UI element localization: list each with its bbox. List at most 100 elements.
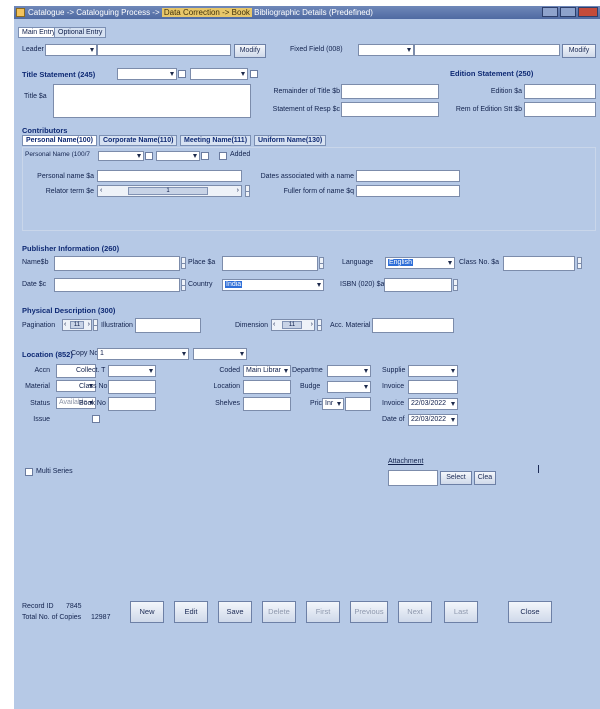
price-currency-select[interactable]: Inr: [322, 398, 344, 410]
title-a-input[interactable]: [53, 84, 251, 118]
added-checkbox[interactable]: [219, 152, 227, 160]
attachment-clear-button[interactable]: Clea: [474, 471, 496, 485]
country-label: Country: [188, 281, 213, 288]
close-button[interactable]: Close: [508, 601, 552, 623]
class-no-input[interactable]: [108, 380, 156, 394]
copy-extra-select[interactable]: [193, 348, 247, 360]
dimension-right-icon[interactable]: ›: [311, 320, 313, 330]
acc-material-input[interactable]: [372, 318, 454, 333]
tab-optional-entry[interactable]: Optional Entry: [54, 27, 107, 38]
pn-ind1-select[interactable]: [98, 151, 144, 161]
invoice-date-picker[interactable]: 22/03/2022: [408, 398, 458, 410]
close-window-button[interactable]: [578, 7, 598, 17]
isbn-spinner[interactable]: [453, 279, 458, 291]
added-label: Added: [230, 151, 251, 158]
previous-button[interactable]: Previous: [350, 601, 388, 623]
class-no-spinner[interactable]: [577, 257, 582, 269]
language-label: Language: [342, 259, 374, 266]
rem-edition-input[interactable]: [524, 102, 596, 117]
pagination-scrollbar[interactable]: ‹ 11 ›: [62, 319, 92, 331]
place-spinner[interactable]: [319, 257, 324, 269]
fuller-form-input[interactable]: [356, 185, 460, 197]
attachment-input[interactable]: [388, 470, 438, 486]
issue-checkbox[interactable]: [92, 415, 100, 423]
coded-select[interactable]: Main Librar: [243, 365, 291, 377]
copy-no-select[interactable]: 1: [97, 348, 189, 360]
delete-button[interactable]: Delete: [262, 601, 296, 623]
location-input[interactable]: [243, 380, 291, 394]
collect-select[interactable]: [108, 365, 156, 377]
place-input[interactable]: [222, 256, 318, 271]
dimension-scrollbar[interactable]: ‹ 11 ›: [271, 319, 315, 331]
relator-thumb[interactable]: 1: [128, 187, 208, 195]
attachment-select-button[interactable]: Select: [440, 471, 472, 485]
fixed-field-input[interactable]: [414, 44, 560, 56]
dimension-left-icon[interactable]: ‹: [273, 320, 275, 330]
pn-ind1-check[interactable]: [145, 152, 153, 160]
pagination-label: Pagination: [22, 322, 56, 329]
maximize-button[interactable]: [560, 7, 576, 17]
illustration-input[interactable]: [135, 318, 201, 333]
invoice-label: Invoice: [382, 383, 405, 390]
title-ind1-check[interactable]: [178, 70, 186, 78]
department-select[interactable]: [327, 365, 371, 377]
publisher-name-spinner[interactable]: [181, 257, 186, 269]
fixed-field-modify-button[interactable]: Modify: [562, 44, 596, 58]
title-ind1-select[interactable]: [117, 68, 177, 80]
multi-series-checkbox[interactable]: [25, 468, 33, 476]
invoice-date-label: Invoice: [382, 400, 405, 407]
leader-modify-button[interactable]: Modify: [234, 44, 266, 58]
next-button[interactable]: Next: [398, 601, 432, 623]
pagination-right-icon[interactable]: ›: [88, 320, 90, 330]
supplier-select[interactable]: [408, 365, 458, 377]
invoice-input[interactable]: [408, 380, 458, 394]
dimension-thumb[interactable]: 11: [282, 321, 302, 329]
budget-select[interactable]: [327, 381, 371, 393]
leader-input[interactable]: [97, 44, 231, 56]
total-copies-value: 12987: [91, 614, 111, 621]
leader-select[interactable]: [45, 44, 97, 56]
price-input[interactable]: [345, 397, 371, 411]
first-button[interactable]: First: [306, 601, 340, 623]
date-of-picker[interactable]: 22/03/2022: [408, 414, 458, 426]
new-button[interactable]: New: [130, 601, 164, 623]
title-ind2-check[interactable]: [250, 70, 258, 78]
pn-ind2-check[interactable]: [201, 152, 209, 160]
tab-personal-name[interactable]: Personal Name(100): [22, 135, 97, 146]
publisher-name-input[interactable]: [54, 256, 180, 271]
pagination-left-icon[interactable]: ‹: [64, 320, 66, 330]
language-select[interactable]: English: [385, 257, 455, 269]
pagination-thumb[interactable]: 11: [70, 321, 84, 329]
edition-a-input[interactable]: [524, 84, 596, 99]
date-c-input[interactable]: [54, 278, 180, 292]
edit-button[interactable]: Edit: [174, 601, 208, 623]
date-c-spinner[interactable]: [181, 279, 186, 291]
minimize-button[interactable]: [542, 7, 558, 17]
pn-ind2-select[interactable]: [156, 151, 200, 161]
tab-corporate-name[interactable]: Corporate Name(110): [99, 135, 178, 146]
relator-term-scrollbar[interactable]: ‹ 1 ›: [97, 185, 242, 197]
shelves-input[interactable]: [243, 397, 291, 411]
relator-spinner[interactable]: [245, 185, 250, 197]
class-no-a-input[interactable]: [503, 256, 575, 271]
scroll-right-icon[interactable]: ›: [237, 186, 239, 196]
fixed-field-select[interactable]: [358, 44, 414, 56]
personal-name-a-input[interactable]: [97, 170, 242, 182]
tab-uniform-name[interactable]: Uniform Name(130): [254, 135, 327, 146]
isbn-input[interactable]: [384, 278, 452, 292]
dates-associated-input[interactable]: [356, 170, 460, 182]
book-no-input[interactable]: [108, 397, 156, 411]
title-ind2-select[interactable]: [190, 68, 248, 80]
pagination-spinner[interactable]: [93, 319, 98, 331]
dimension-spinner[interactable]: [317, 319, 322, 331]
place-label: Place $a: [188, 259, 216, 266]
scroll-left-icon[interactable]: ‹: [100, 186, 102, 196]
remainder-title-input[interactable]: [341, 84, 439, 99]
supplier-label: Supplie: [382, 367, 406, 374]
title-prefix: Catalogue -> Cataloguing Process ->: [28, 8, 162, 17]
tab-meeting-name[interactable]: Meeting Name(111): [180, 135, 252, 146]
save-button[interactable]: Save: [218, 601, 252, 623]
last-button[interactable]: Last: [444, 601, 478, 623]
country-select[interactable]: India: [222, 279, 324, 291]
resp-input[interactable]: [341, 102, 439, 117]
